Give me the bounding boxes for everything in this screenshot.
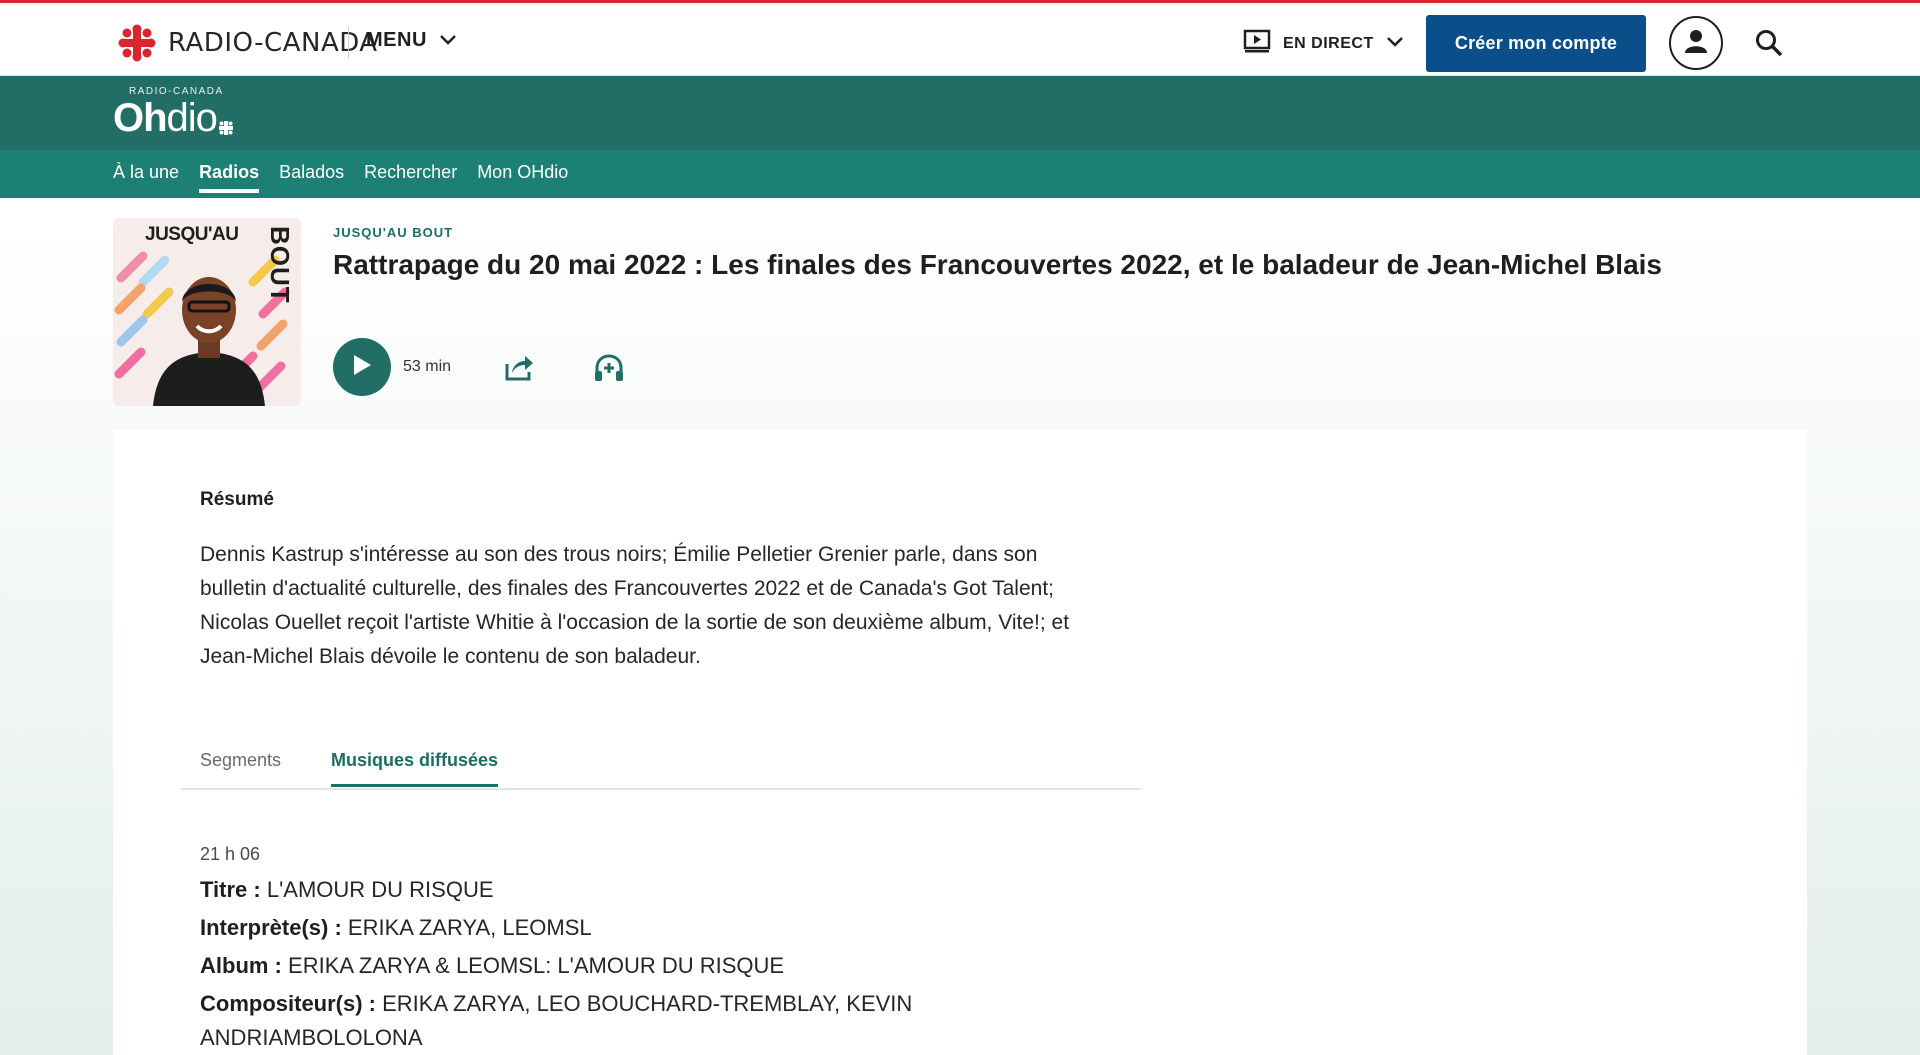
- account-button[interactable]: [1669, 16, 1723, 70]
- track-title-value: L'AMOUR DU RISQUE: [266, 877, 494, 902]
- search-button[interactable]: [1754, 28, 1784, 58]
- tab-segments[interactable]: Segments: [200, 750, 281, 784]
- ohdio-wordmark: Oh dio: [113, 97, 233, 143]
- nav-item-radios[interactable]: Radios: [199, 162, 260, 193]
- summary-text: Dennis Kastrup s'intéresse au son des tr…: [200, 543, 1070, 668]
- search-icon: [1754, 30, 1784, 62]
- brand-name: RADIO-CANADA: [168, 28, 378, 58]
- create-account-button[interactable]: Créer mon compte: [1426, 15, 1646, 72]
- episode-duration: 53 min: [403, 358, 452, 375]
- play-button[interactable]: [333, 338, 391, 396]
- track-artist-value: ERIKA ZARYA, LEOMSL: [347, 915, 592, 940]
- live-menu-button[interactable]: EN DIRECT: [1243, 29, 1404, 58]
- track-album-label: Album :: [200, 953, 282, 978]
- cbc-gem-icon: [116, 22, 158, 64]
- tv-play-icon: [1243, 29, 1271, 58]
- chevron-down-icon: [439, 29, 457, 52]
- menu-button[interactable]: MENU: [366, 29, 457, 52]
- live-label: EN DIRECT: [1283, 34, 1374, 52]
- ohdio-banner: RADIO-CANADA Oh dio: [0, 76, 1920, 150]
- summary-heading: Résumé: [200, 489, 274, 510]
- ohdio-nav: À la une Radios Balados Rechercher Mon O…: [0, 150, 1920, 198]
- details-tabs: Segments Musiques diffusées: [181, 738, 1141, 790]
- track-composer-row: Compositeur(s) : ERIKA ZARYA, LEO BOUCHA…: [200, 987, 960, 1055]
- share-button[interactable]: [503, 352, 535, 382]
- track-time: 21 h 06: [200, 844, 261, 864]
- episode-title: Rattrapage du 20 mai 2022 : Les finales …: [333, 249, 1663, 280]
- ohdio-logo[interactable]: RADIO-CANADA Oh dio: [113, 86, 233, 143]
- nav-item-a-la-une[interactable]: À la une: [113, 162, 179, 191]
- top-header: RADIO-CANADA MENU EN DIRECT Créer mon co…: [0, 0, 1920, 76]
- user-icon: [1683, 28, 1709, 59]
- show-cover-image[interactable]: JUSQU'AU BOUT: [113, 218, 301, 406]
- chevron-down-icon: [1386, 35, 1404, 53]
- track-album-value: ERIKA ZARYA & LEOMSL: L'AMOUR DU RISQUE: [288, 953, 785, 978]
- nav-item-balados[interactable]: Balados: [279, 162, 344, 191]
- cover-title-text: JUSQU'AU: [145, 224, 239, 245]
- track-composer-label: Compositeur(s) :: [200, 991, 376, 1016]
- header-divider: [348, 27, 349, 59]
- cbc-gem-icon: [218, 101, 233, 143]
- tab-musiques-diffusees[interactable]: Musiques diffusées: [331, 750, 499, 787]
- ohdio-small-label: RADIO-CANADA: [129, 86, 224, 97]
- subscribe-button[interactable]: [593, 352, 625, 384]
- play-icon: [351, 353, 373, 382]
- headphones-add-icon: [593, 354, 625, 388]
- episode-details-card: Résumé Dennis Kastrup s'intéresse au son…: [113, 430, 1807, 1055]
- nav-item-rechercher[interactable]: Rechercher: [364, 162, 457, 191]
- nav-item-mon-ohdio[interactable]: Mon OHdio: [477, 162, 568, 191]
- radio-canada-logo[interactable]: RADIO-CANADA: [116, 23, 378, 63]
- music-track-item: 21 h 06 Titre : L'AMOUR DU RISQUE Interp…: [200, 844, 960, 1055]
- cover-vertical-text: BOUT: [265, 226, 295, 304]
- track-album-row: Album : ERIKA ZARYA & LEOMSL: L'AMOUR DU…: [200, 949, 960, 983]
- share-icon: [503, 356, 535, 386]
- track-title-label: Titre :: [200, 877, 261, 902]
- ohdio-wordmark-bold: Oh: [113, 96, 168, 140]
- track-artist-label: Interprète(s) :: [200, 915, 342, 940]
- track-artist-row: Interprète(s) : ERIKA ZARYA, LEOMSL: [200, 911, 960, 945]
- menu-label: MENU: [366, 29, 427, 51]
- ohdio-wordmark-light: dio: [166, 96, 218, 140]
- track-title-row: Titre : L'AMOUR DU RISQUE: [200, 873, 960, 907]
- show-name-link[interactable]: JUSQU'AU BOUT: [333, 225, 453, 240]
